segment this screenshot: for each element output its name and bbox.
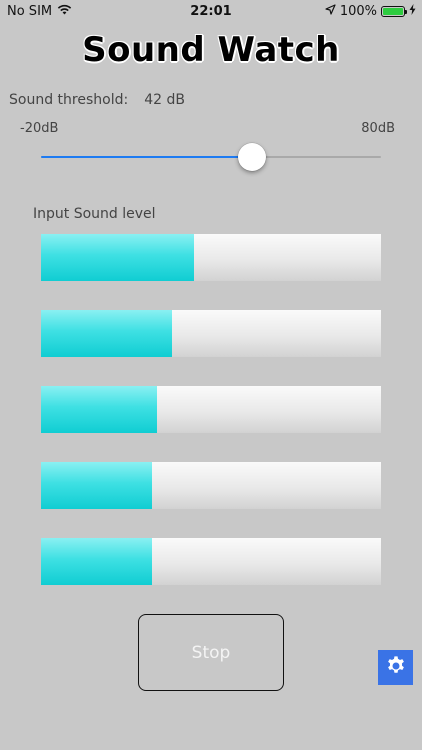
settings-button[interactable] — [378, 650, 413, 685]
battery-percent: 100% — [339, 4, 377, 19]
location-arrow-icon — [325, 4, 336, 19]
gear-icon — [385, 655, 407, 681]
sound-level-meters — [41, 234, 381, 614]
sound-level-meter-fill — [41, 462, 152, 509]
sound-level-meter — [41, 310, 381, 357]
sound-level-meter — [41, 234, 381, 281]
sound-level-meter-fill — [41, 386, 157, 433]
sound-level-meter-fill — [41, 310, 172, 357]
battery-cap — [405, 10, 407, 14]
sound-level-meter — [41, 538, 381, 585]
threshold-max-label: 80dB — [361, 121, 395, 136]
sound-level-meter — [41, 462, 381, 509]
battery-icon — [381, 6, 407, 17]
threshold-slider[interactable] — [41, 141, 381, 173]
status-bar: No SIM 22:01 100% — [0, 0, 422, 22]
threshold-value: 42 dB — [144, 92, 185, 108]
threshold-row: Sound threshold: 42 dB — [9, 92, 185, 108]
sound-level-meter-fill — [41, 234, 194, 281]
app-title: Sound Watch — [82, 30, 340, 70]
slider-fill — [41, 156, 252, 158]
threshold-min-label: -20dB — [20, 121, 59, 136]
stop-button[interactable]: Stop — [138, 614, 284, 691]
sound-level-meter — [41, 386, 381, 433]
input-sound-level-label: Input Sound level — [33, 206, 156, 222]
charging-bolt-icon — [409, 4, 416, 19]
sound-level-meter-fill — [41, 538, 152, 585]
threshold-label: Sound threshold: — [9, 92, 129, 108]
slider-thumb[interactable] — [237, 143, 266, 171]
battery-fill — [383, 8, 403, 15]
status-right: 100% — [325, 4, 416, 19]
